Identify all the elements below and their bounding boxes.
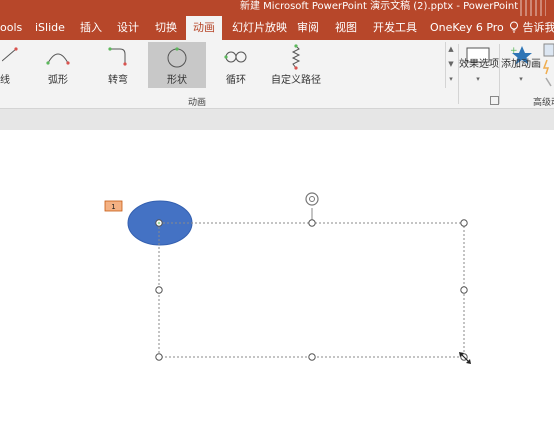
effect-shapes-label: 形状 <box>167 75 187 86</box>
tab-insert[interactable]: 插入 <box>80 16 102 40</box>
tab-transitions[interactable]: 切换 <box>155 16 177 40</box>
resize-handle-top-right[interactable] <box>460 219 468 227</box>
ribbon-panel: 线 弧形 转弯 形状 循环 自定义路径 ▲ ▼ ▾ 动画 效果选项 ▾ + 添加… <box>0 40 554 109</box>
add-animation-button[interactable]: + 添加动画 ▾ <box>501 42 541 88</box>
tell-me-search[interactable]: 告诉我 <box>509 16 554 40</box>
chevron-down-icon: ▾ <box>476 75 480 83</box>
window-title: 新建 Microsoft PowerPoint 演示文稿 (2).pptx - … <box>240 1 519 12</box>
tab-slideshow[interactable]: 幻灯片放映 <box>232 16 287 40</box>
resize-handle-bottom-left[interactable] <box>155 353 163 361</box>
workspace-gap <box>0 109 554 129</box>
effect-custom-path-label: 自定义路径 <box>271 75 321 86</box>
ribbon-tab-bar: ools iSlide 插入 设计 切换 动画 幻灯片放映 审阅 视图 开发工具… <box>0 16 554 40</box>
animation-pane-icon <box>542 43 554 87</box>
shape-path-icon <box>167 47 187 68</box>
motion-path-bounds[interactable] <box>158 222 465 358</box>
loop-path-icon <box>224 51 247 63</box>
gallery-more-icon[interactable]: ▾ <box>446 72 456 87</box>
effect-lines[interactable]: 线 <box>0 42 22 88</box>
lines-path-icon <box>2 47 18 62</box>
effect-custom-path[interactable]: 自定义路径 <box>268 42 324 88</box>
arc-path-icon <box>46 53 70 65</box>
add-animation-label: 添加动画 <box>501 59 541 70</box>
effect-loops[interactable]: 循环 <box>214 42 258 88</box>
animation-badge-number: 1 <box>111 203 115 211</box>
path-start-point <box>157 221 161 225</box>
effect-options-button[interactable]: 效果选项 ▾ <box>459 42 499 88</box>
effect-shapes[interactable]: 形状 <box>148 42 206 88</box>
tell-me-label: 告诉我 <box>522 21 554 34</box>
tab-animations[interactable]: 动画 <box>186 16 222 40</box>
animation-badge[interactable]: 1 <box>104 200 123 212</box>
effect-loops-label: 循环 <box>226 75 246 86</box>
title-bar: 新建 Microsoft PowerPoint 演示文稿 (2).pptx - … <box>0 0 554 16</box>
title-decoration <box>520 0 546 16</box>
tab-view[interactable]: 视图 <box>335 16 357 40</box>
ribbon-divider <box>499 44 500 104</box>
resize-handle-left[interactable] <box>155 286 163 294</box>
turn-path-icon <box>108 47 127 66</box>
chevron-down-icon[interactable]: ▼ <box>446 57 456 72</box>
effects-gallery-scroll[interactable]: ▲ ▼ ▾ <box>445 42 456 88</box>
rotate-handle-icon[interactable] <box>305 192 319 206</box>
advanced-animation-icons[interactable] <box>541 42 554 88</box>
tab-islide[interactable]: iSlide <box>35 16 65 40</box>
effect-lines-label: 线 <box>0 75 10 86</box>
dialog-launcher-icon[interactable] <box>490 96 499 105</box>
animation-group-label: 动画 <box>188 98 207 108</box>
effect-turns[interactable]: 转弯 <box>96 42 140 88</box>
slide-canvas[interactable]: 1 <box>0 130 554 443</box>
tab-onekey[interactable]: OneKey 6 Pro <box>430 16 504 40</box>
resize-handle-right[interactable] <box>460 286 468 294</box>
effect-turns-label: 转弯 <box>108 75 128 86</box>
advanced-group-label: 高级动 <box>533 98 554 108</box>
tab-design[interactable]: 设计 <box>117 16 139 40</box>
resize-handle-bottom[interactable] <box>308 353 316 361</box>
effect-arcs-label: 弧形 <box>48 75 68 86</box>
slide-drawing: 1 <box>104 192 471 364</box>
chevron-up-icon[interactable]: ▲ <box>446 42 456 57</box>
chevron-down-icon: ▾ <box>519 75 523 83</box>
effect-arcs[interactable]: 弧形 <box>36 42 80 88</box>
tab-review[interactable]: 审阅 <box>297 16 319 40</box>
lightbulb-icon <box>510 21 518 33</box>
resize-handle-top[interactable] <box>308 219 316 227</box>
effect-options-label: 效果选项 <box>459 59 499 70</box>
custom-path-icon <box>291 44 301 70</box>
tab-tools[interactable]: ools <box>0 16 22 40</box>
tab-developer[interactable]: 开发工具 <box>373 16 417 40</box>
